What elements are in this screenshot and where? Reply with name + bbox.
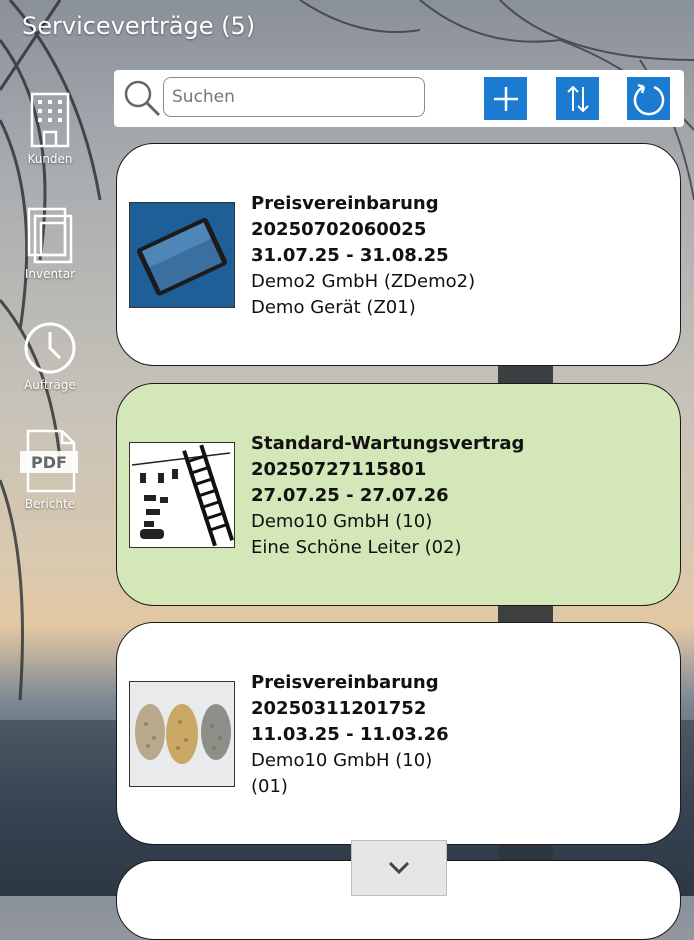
sidebar-item-label: Kunden xyxy=(27,152,73,166)
contract-period: 31.07.25 - 31.08.25 xyxy=(251,245,449,266)
contract-customer: Demo10 GmbH (10) xyxy=(251,750,433,771)
contract-customer: Demo2 GmbH (ZDemo2) xyxy=(251,271,476,292)
toolbar xyxy=(114,70,684,127)
contract-card[interactable]: Preisvereinbarung 20250311201752 11.03.2… xyxy=(116,622,681,845)
contract-image-seeds xyxy=(129,681,235,787)
contract-customer: Demo10 GmbH (10) xyxy=(251,511,433,532)
scroll-down-button[interactable] xyxy=(351,840,447,896)
search-icon xyxy=(124,80,161,117)
contract-card[interactable]: Preisvereinbarung 20250702060025 31.07.2… xyxy=(116,143,681,366)
sort-arrows-icon xyxy=(566,85,589,112)
contract-number: 20250702060025 xyxy=(251,219,427,240)
contract-number: 20250727115801 xyxy=(251,459,427,480)
contract-image-tablet xyxy=(129,202,235,308)
contract-device: Demo Gerät (Z01) xyxy=(251,297,416,318)
sidebar-item-inventar[interactable]: Inventar xyxy=(0,205,100,281)
add-button[interactable] xyxy=(484,77,527,120)
sidebar-item-berichte[interactable]: PDF Berichte xyxy=(0,427,100,511)
sidebar-item-auftraege[interactable]: Aufträge xyxy=(0,320,100,392)
stacked-pages-icon xyxy=(27,207,73,264)
chevron-down-icon xyxy=(388,861,410,875)
contract-image-ladder xyxy=(129,442,235,548)
clock-icon xyxy=(24,322,76,374)
sidebar-item-label: Berichte xyxy=(24,497,76,511)
refresh-icon xyxy=(633,83,664,115)
refresh-button[interactable] xyxy=(627,77,670,120)
sidebar-item-label: Aufträge xyxy=(24,378,76,392)
page-title: Serviceverträge (5) xyxy=(22,12,256,40)
contract-period: 11.03.25 - 11.03.26 xyxy=(251,724,449,745)
sidebar-item-label: Inventar xyxy=(24,267,76,281)
building-icon xyxy=(30,92,70,148)
search-input[interactable] xyxy=(163,77,425,117)
contract-device: (01) xyxy=(251,776,288,797)
contract-device: Eine Schöne Leiter (02) xyxy=(251,537,462,558)
sidebar-item-kunden[interactable]: Kunden xyxy=(0,90,100,166)
contract-number: 20250311201752 xyxy=(251,698,427,719)
svg-text:PDF: PDF xyxy=(31,453,67,472)
contract-card[interactable]: Standard-Wartungsvertrag 20250727115801 … xyxy=(116,383,681,606)
contract-type: Standard-Wartungsvertrag xyxy=(251,433,525,454)
contract-period: 27.07.25 - 27.07.26 xyxy=(251,485,449,506)
plus-icon xyxy=(493,86,518,111)
sort-button[interactable] xyxy=(556,77,599,120)
contract-type: Preisvereinbarung xyxy=(251,672,439,693)
pdf-icon: PDF xyxy=(20,429,78,493)
contract-type: Preisvereinbarung xyxy=(251,193,439,214)
